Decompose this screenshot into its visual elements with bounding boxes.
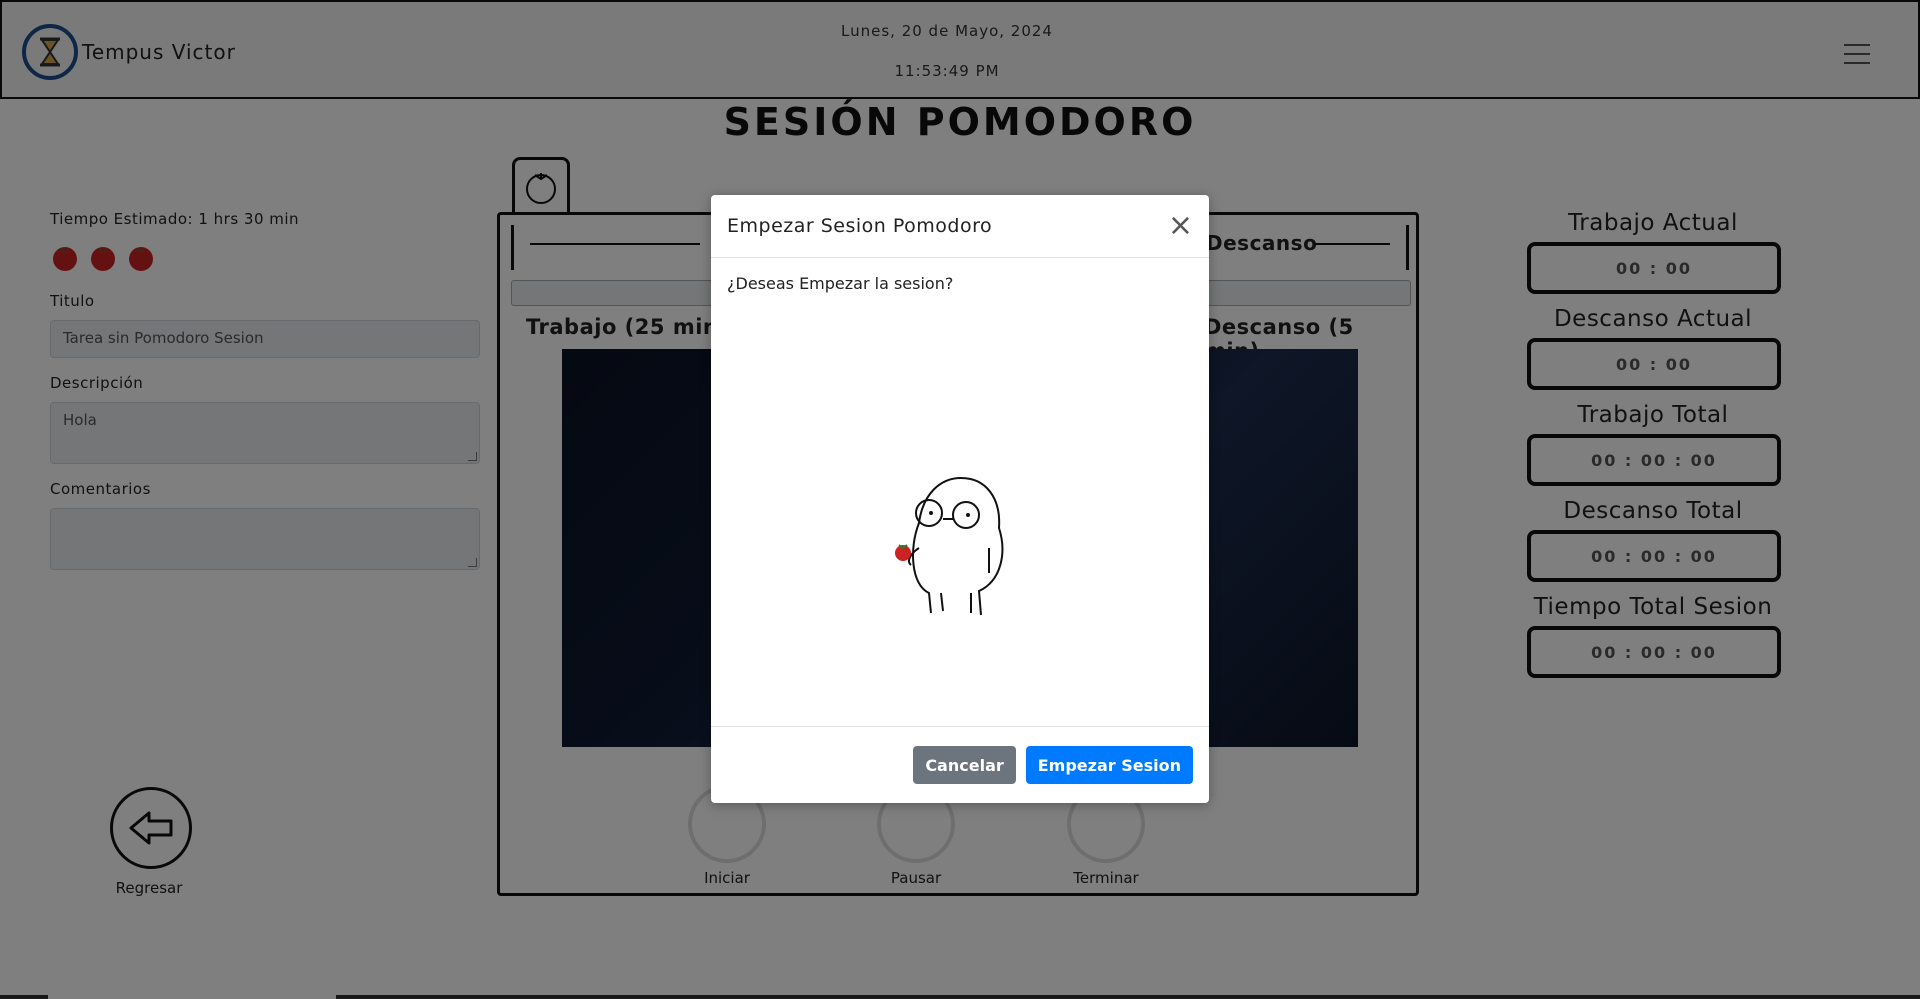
close-icon[interactable]: × (1168, 211, 1193, 241)
start-session-button[interactable]: Empezar Sesion (1025, 746, 1193, 784)
modal-body: ¿Deseas Empezar la sesion? (711, 258, 1209, 726)
character-holding-tomato-icon (895, 476, 1004, 616)
modal-header: Empezar Sesion Pomodoro × (711, 195, 1209, 258)
modal-question: ¿Deseas Empezar la sesion? (727, 274, 954, 293)
cancel-button[interactable]: Cancelar (913, 746, 1016, 784)
modal-footer: Cancelar Empezar Sesion (711, 726, 1209, 803)
modal-title: Empezar Sesion Pomodoro (727, 215, 993, 237)
start-session-modal: Empezar Sesion Pomodoro × ¿Deseas Empeza… (711, 195, 1209, 803)
